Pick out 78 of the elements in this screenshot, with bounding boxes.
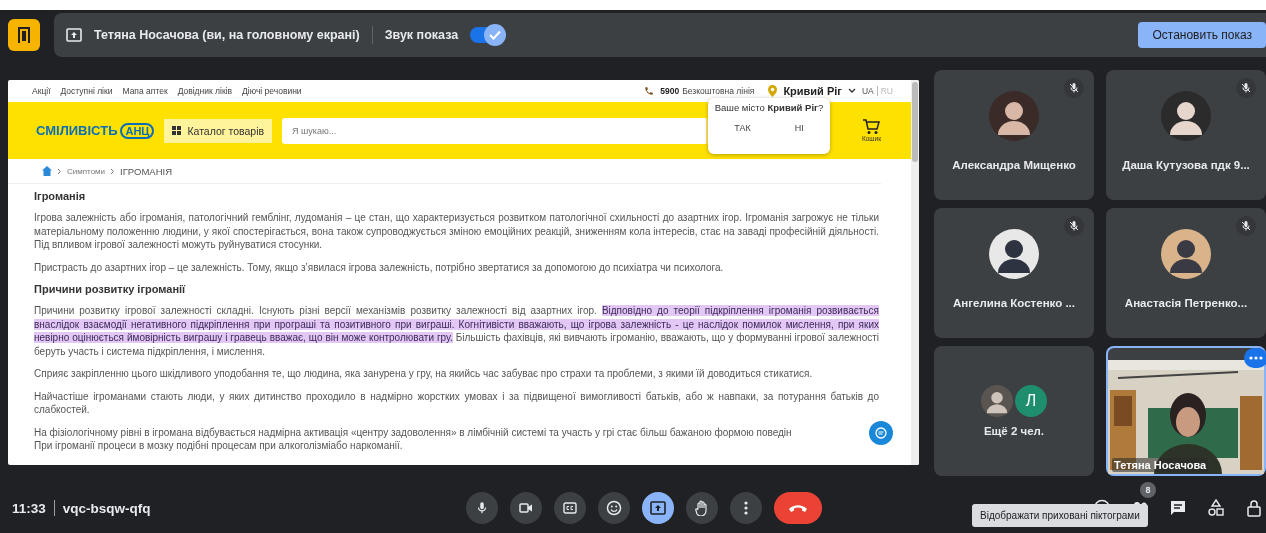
microphone-icon: [475, 501, 489, 515]
breadcrumb-link[interactable]: ІГРОМАНІЯ: [120, 165, 172, 177]
phone-number: 5900: [660, 86, 680, 96]
grid-icon: [172, 126, 182, 135]
avatar: [1161, 91, 1211, 141]
emoji-button[interactable]: [598, 492, 630, 524]
chevron-right-icon: [57, 167, 62, 175]
breadcrumb-link[interactable]: Симптоми: [67, 166, 106, 176]
end-call-button[interactable]: [774, 492, 822, 524]
section-heading: Ігроманія: [34, 190, 87, 202]
paragraph-line: На фізіологічному рівні в ігромана відбувається надмірна активація «центру задоволення» в лімбічній системі та участь у грі стає більш бажаною формою поведін: [34, 425, 793, 439]
paragraph: Сприяє закріпленню цього шкідливого уподобання те, що людина, яка занурена у гру, на якийсь час забуває про страхи та проблеми, з якими їй доводиться стикатися.: [34, 367, 814, 381]
participant-tile[interactable]: Ангелина Костенко ...: [934, 208, 1094, 338]
paragraph: Ігрова залежність або ігроманія, патологічний гемблінг, лудоманія – це стан, що характеризується розвитком патологічної схильності до азартних ігор. Ігроманія загрожує не тільки матеріальному положенню людини, у якої спостерігається, вона також супроводжується зміною емоційних реакцій, зниженням кола інтересів, стає на заваді професійній діяльності. Під впливом ігрової залежності можуть руйнуватися стосунки.: [34, 211, 879, 252]
paragraph-line: При ігроманії процеси в мозку подібні процесам при алкоголізміабо наркоманії.: [34, 439, 404, 453]
clock-time: 11:33: [12, 500, 46, 516]
nav-link[interactable]: Довідник ліків: [177, 86, 233, 96]
paragraph: Пристрасть до азартних ігор – це залежність. Тому, якщо з’явилася ігрова залежність, потрібно звертатися за допомогою до психіатра чи психолога.: [34, 260, 725, 274]
raise-hand-button[interactable]: [686, 492, 718, 524]
phone-hangup-icon: [788, 503, 808, 513]
captions-button[interactable]: [554, 492, 586, 524]
present-icon: [650, 501, 666, 515]
present-icon: [66, 28, 82, 42]
avatar: [989, 91, 1039, 141]
more-participants-label: Ещё 2 чел.: [983, 425, 1045, 437]
participant-name: Даша Кутузова пдк 9...: [1122, 159, 1250, 171]
more-options-icon[interactable]: [1244, 348, 1266, 368]
hand-icon: [695, 500, 709, 516]
check-icon: [489, 30, 502, 40]
more-vertical-icon: [744, 501, 748, 515]
nav-link[interactable]: Діючі речовини: [242, 86, 302, 96]
participant-name: Ангелина Костенко ...: [953, 297, 1075, 309]
stop-presenting-button[interactable]: Остановить показ: [1138, 22, 1266, 48]
tooltip: Відображати приховані піктограми: [972, 504, 1148, 527]
site-logo[interactable]: СМІЛИВІСТЬ АНЦ: [36, 122, 155, 139]
avatar: [981, 385, 1013, 417]
participant-name: Анастасія Петренко...: [1124, 297, 1248, 309]
participant-tile[interactable]: Александра Мищенко: [934, 70, 1094, 200]
more-options-button[interactable]: [730, 492, 762, 524]
smiley-icon: [606, 500, 622, 516]
avatar: [1161, 229, 1211, 279]
meeting-code: vqc-bsqw-qfq: [62, 500, 151, 516]
catalog-button[interactable]: Каталог товарів: [164, 118, 273, 143]
door-icon[interactable]: [8, 19, 40, 51]
participant-tile[interactable]: Тетяна Носачова: [1106, 346, 1266, 476]
initial-avatar: Л: [1015, 385, 1047, 417]
people-count-badge: 8: [1140, 482, 1156, 498]
chevron-right-icon: [110, 167, 116, 175]
sound-toggle[interactable]: [470, 27, 505, 43]
nav-link[interactable]: Акції: [32, 86, 51, 96]
nav-link[interactable]: Мапа аптек: [122, 86, 168, 96]
paragraph: Найчастіше ігроманами стають люди, у яких дитинство проходило в надмірно жорстких умовах і за підвищеної вимогливості батьків, або ж навпаки, за потурання батьків до слабкостей.: [34, 389, 879, 417]
participant-name: Александра Мищенко: [952, 159, 1076, 171]
city-selector[interactable]: Кривий Ріг: [783, 85, 842, 97]
captions-icon: [563, 502, 577, 514]
presenter-label: Тетяна Носачова (ви, на головному екрані): [94, 28, 360, 42]
microphone-button[interactable]: [466, 492, 498, 524]
sound-label: Звук показа: [384, 28, 459, 42]
popup-button[interactable]: ТАК: [722, 121, 763, 135]
section-heading: Причини розвитку ігроманії: [34, 283, 187, 295]
popup-button[interactable]: НІ: [782, 121, 816, 135]
language-link[interactable]: UA: [861, 86, 874, 96]
camera-button[interactable]: [510, 492, 542, 524]
participant-tile[interactable]: Анастасія Петренко...: [1106, 208, 1266, 338]
avatar: [989, 229, 1039, 279]
phone-icon: [644, 86, 655, 96]
chevron-down-icon: [847, 88, 856, 94]
present-button[interactable]: [642, 492, 674, 524]
phone-label: Безкоштовна лінія: [682, 86, 755, 96]
participant-tile[interactable]: Даша Кутузова пдк 9...: [1106, 70, 1266, 200]
participant-name: Тетяна Носачова: [1112, 458, 1209, 472]
home-icon[interactable]: [42, 166, 52, 176]
city-question: Ваше місто Кривий Ріг?: [714, 102, 824, 113]
camera-icon: [519, 502, 533, 514]
nav-link[interactable]: Доступні ліки: [60, 86, 113, 96]
participant-tile[interactable]: Л Ещё 2 чел.: [934, 346, 1094, 476]
search-field[interactable]: Я шукаю...: [282, 117, 707, 144]
paragraph: Причини розвитку ігрової залежності складні. Існують різні версії механізмів розвитку залежності від азартних ігор. Відповідно до теорії підкріплення ігроманія розвивається внаслідок взаємодії негативного підкріплення при програші та позитивного при виграші. Когнітивісти вважають, що ігрова залежність - це наслідок помилок мислення, при яких невірно оцінюється ймовірність виграшу і гравець вважає, що він може контролювати гру. Більшість фахівців, які вивчають ігроманію, вважають, що у формуванні ігрової залежності беруть участь і система підкріплення, і мислення.: [34, 304, 879, 358]
